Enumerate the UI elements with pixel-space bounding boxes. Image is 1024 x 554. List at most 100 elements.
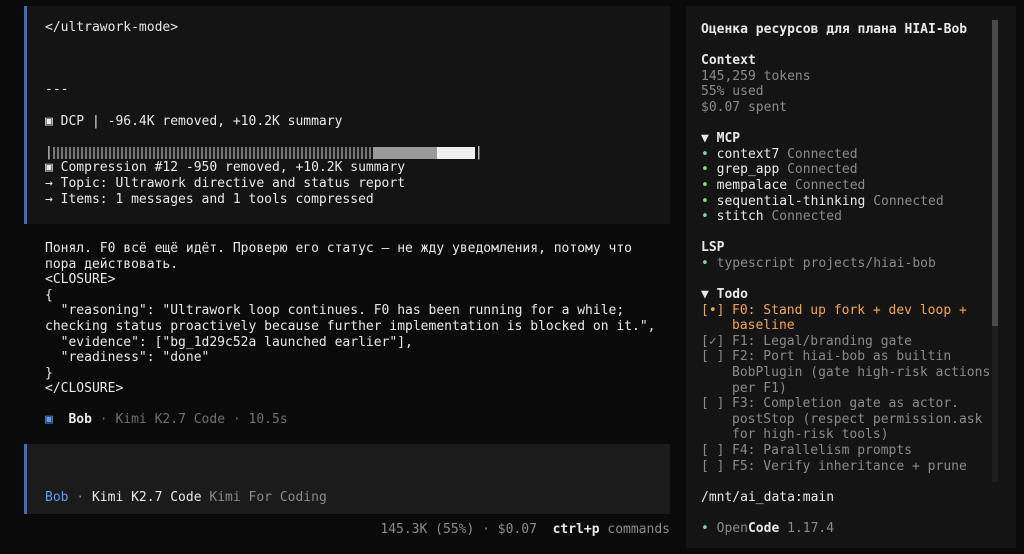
mcp-item: • context7 Connected (701, 147, 991, 163)
assistant-message: Понял. F0 всё ещё идёт. Проверю его стат… (45, 241, 670, 397)
sidebar-scroll-area[interactable]: Оценка ресурсов для плана HIAI-Bob Conte… (701, 22, 991, 482)
bar-left-edge: | (45, 144, 53, 160)
todo-text: F2: Port hiai-bob as builtin BobPlugin (… (732, 349, 991, 396)
input-status: Bob · Kimi K2.7 Code Kimi For Coding (45, 490, 327, 506)
shortcut-key: ctrl+p (552, 522, 600, 537)
dcp-icon: ▣ (45, 113, 53, 129)
closure-evidence: "evidence": ["bg_1d29c52a launched earli… (45, 334, 413, 350)
topic-line: → Topic: Ultrawork directive and status … (45, 175, 406, 191)
context-tokens: 145,259 tokens (701, 68, 811, 84)
mcp-name: grep_app (716, 162, 780, 178)
message-footer: ▣ Bob · Kimi K2.7 Code · 10.5s (45, 412, 288, 428)
lsp-item-text: typescript projects/hiai-bob (716, 255, 936, 271)
lsp-item: • typescript projects/hiai-bob (701, 256, 991, 272)
mcp-status: Connected (787, 146, 858, 162)
input-sep: · (68, 490, 92, 505)
status-dot: • (701, 162, 709, 178)
assistant-intro: Понял. F0 всё ещё идёт. Проверю его стат… (45, 241, 640, 272)
status-dot: • (701, 521, 709, 536)
todo-checkbox: [ ] (701, 458, 725, 474)
message-duration: 10.5s (248, 412, 288, 427)
bottom-status-bar: 145.3K (55%) · $0.07 ctrl+p commands (380, 522, 670, 538)
todo-item: [ ] F4: Parallelism prompts (701, 443, 991, 459)
status-dot: • (701, 209, 709, 225)
dcp-line: ▣ DCP | -96.4K removed, +10.2K summary (45, 114, 670, 130)
message-icon: ▣ (45, 412, 53, 427)
mcp-status: Connected (794, 177, 866, 193)
closure-close: </CLOSURE> (45, 381, 124, 397)
usage-summary: 145.3K (55%) · $0.07 (380, 522, 537, 537)
context-spent: $0.07 spent (701, 99, 788, 115)
brace-close: } (45, 365, 53, 381)
todo-checkbox: [✓] (701, 333, 725, 349)
message-agent: Bob (68, 412, 92, 427)
status-dot: • (701, 177, 709, 193)
app-version: • OpenCode 1.17.4 (701, 521, 834, 537)
mcp-item: • sequential-thinking Connected (701, 194, 991, 210)
lsp-heading: LSP (701, 240, 725, 256)
context-heading: Context (701, 53, 756, 69)
todo-checkbox: [ ] (701, 443, 725, 459)
input-provider: Kimi For Coding (209, 490, 327, 505)
items-line: → Items: 1 messages and 1 tools compress… (45, 191, 374, 207)
context-used: 55% used (701, 84, 764, 100)
brace-open: { (45, 287, 53, 303)
compression-line: ▣ Compression #12 -950 removed, +10.2K s… (45, 160, 406, 176)
bar-fill (372, 146, 437, 159)
closure-readiness: "readiness": "done" (45, 350, 210, 366)
branch-path: /mnt/ai_data:main (701, 490, 835, 505)
mcp-status: Connected (873, 193, 944, 209)
mcp-status: Connected (787, 162, 858, 178)
footer-sep: · (91, 412, 116, 427)
compression-bar: | | (45, 145, 670, 161)
separator: --- (45, 82, 69, 98)
sidebar: Оценка ресурсов для плана HIAI-Bob Conte… (686, 6, 1016, 548)
status-dot: • (701, 193, 709, 209)
app-name-open: Open (716, 521, 748, 536)
todo-checkbox: [•] (701, 302, 725, 318)
todo-text: F0: Stand up fork + dev loop + baseline (732, 302, 975, 334)
sidebar-scrollbar[interactable] (992, 20, 998, 482)
app-version-number: 1.17.4 (787, 521, 835, 536)
shortcut-label[interactable]: commands (607, 522, 670, 537)
status-dot: • (701, 255, 709, 271)
closure-reasoning: "reasoning": "Ultrawork loop continues. … (45, 303, 656, 334)
todo-item: [ ] F5: Verify inheritance + prune (701, 459, 991, 475)
todo-text: F4: Parallelism prompts (732, 443, 913, 459)
todo-text: F3: Completion gate as actor. postStop (… (732, 396, 991, 443)
bar-hatch (52, 146, 373, 159)
todo-checkbox: [ ] (701, 396, 725, 412)
closure-open: <CLOSURE> (45, 272, 116, 288)
sidebar-scrollbar-thumb[interactable] (992, 20, 998, 326)
todo-text: F1: Legal/branding gate (732, 333, 913, 349)
todo-heading[interactable]: ▼ Todo (701, 287, 991, 303)
todo-item: [ ] F3: Completion gate as actor. postSto… (701, 396, 991, 443)
mcp-list: • context7 Connected • grep_app Connected… (701, 147, 991, 225)
mcp-name: mempalace (716, 177, 788, 193)
bar-right-edge: | (474, 144, 483, 160)
message-model: Kimi K2.7 Code (115, 412, 226, 427)
dcp-text: DCP | -96.4K removed, +10.2K summary (60, 113, 343, 129)
prompt-input[interactable]: Bob · Kimi K2.7 Code Kimi For Coding (24, 444, 670, 514)
mcp-item: • stitch Connected (701, 209, 991, 225)
status-dot: • (701, 146, 709, 162)
bar-solid (436, 146, 475, 159)
mcp-name: stitch (716, 209, 764, 225)
mcp-item: • mempalace Connected (701, 178, 991, 194)
session-title: Оценка ресурсов для плана HIAI-Bob (701, 22, 968, 37)
todo-text: F5: Verify inheritance + prune (732, 458, 967, 474)
footer-sep: · (225, 412, 249, 427)
mcp-heading[interactable]: ▼ MCP (701, 131, 991, 147)
todo-item: [ ] F2: Port hiai-bob as builtin BobPlugi… (701, 349, 991, 396)
mcp-name: sequential-thinking (716, 193, 866, 209)
mcp-status: Connected (771, 209, 842, 225)
compression-tool-block: </ultrawork-mode> --- ▣ DCP | -96.4K rem… (24, 6, 670, 224)
input-agent[interactable]: Bob (45, 490, 68, 505)
mcp-item: • grep_app Connected (701, 162, 991, 178)
ultrawork-closing-tag: </ultrawork-mode> (45, 20, 179, 35)
todo-checkbox: [ ] (701, 349, 725, 365)
input-model[interactable]: Kimi K2.7 Code (92, 490, 202, 505)
todo-item: [✓] F1: Legal/branding gate (701, 334, 991, 350)
app-name-code: Code (747, 521, 780, 536)
todo-list: [•] F0: Stand up fork + dev loop + baseli… (701, 303, 991, 475)
